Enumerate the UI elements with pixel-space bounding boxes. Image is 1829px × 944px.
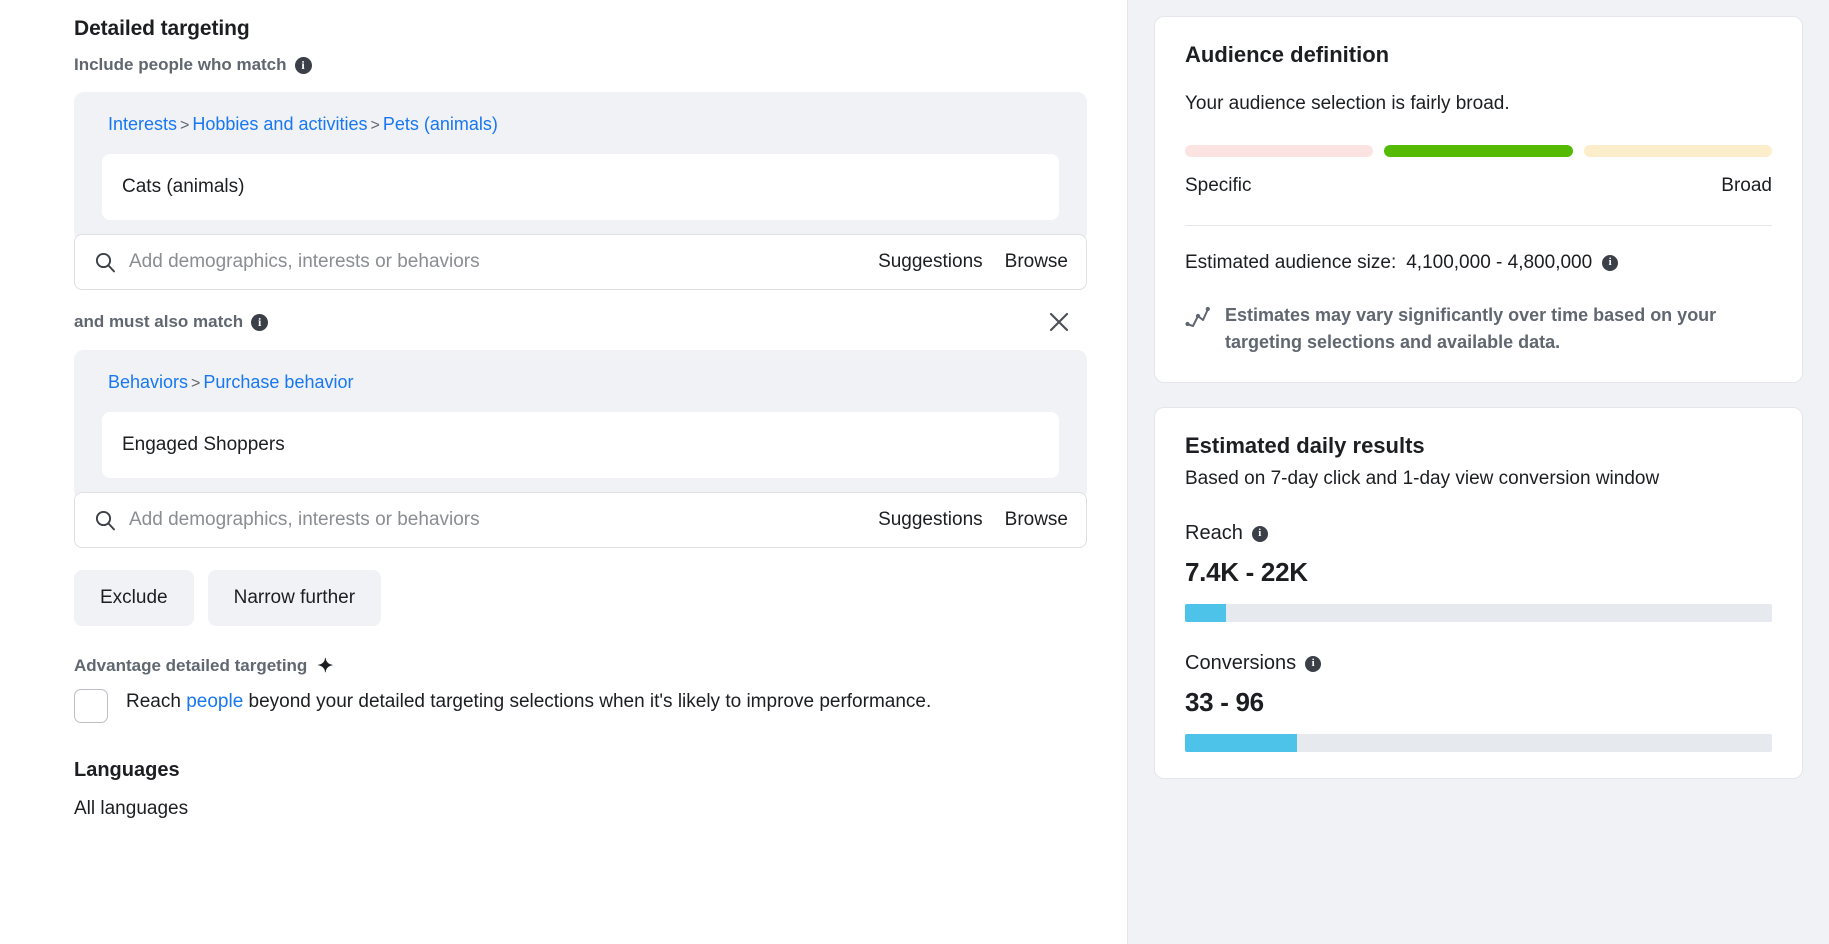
estimated-audience-size-label: Estimated audience size:: [1185, 252, 1397, 273]
breadcrumb-separator: >: [191, 375, 201, 392]
advantage-detailed-targeting-row: Reach people beyond your detailed target…: [74, 686, 1087, 723]
estimates-disclaimer: Estimates may vary significantly over ti…: [1185, 302, 1772, 356]
and-must-also-match-text: and must also match: [74, 312, 244, 331]
divider: [1185, 225, 1772, 226]
sparkle-icon: ✦: [317, 655, 334, 677]
search-icon: [93, 250, 117, 274]
breadcrumb-item-behaviors[interactable]: Behaviors: [108, 372, 188, 392]
metric-label-conversions: Conversions i: [1185, 652, 1772, 675]
close-icon[interactable]: [1045, 308, 1073, 336]
gauge-labels: Specific Broad: [1185, 175, 1772, 197]
and-must-also-match-row: and must also match i: [74, 308, 1087, 336]
selected-behavior-chip[interactable]: Engaged Shoppers: [102, 412, 1059, 478]
targeting-form-panel: Detailed targeting Include people who ma…: [0, 0, 1128, 944]
info-icon[interactable]: i: [1602, 255, 1619, 271]
metric-bar-conversions-fill: [1185, 734, 1297, 752]
search-row-interests[interactable]: Add demographics, interests or behaviors…: [74, 234, 1087, 290]
browse-button[interactable]: Browse: [1005, 509, 1068, 531]
breadcrumb-separator: >: [180, 117, 190, 134]
advantage-text-before: Reach: [126, 691, 187, 712]
gauge-segment-specific: [1185, 145, 1374, 157]
include-people-text: Include people who match: [74, 55, 287, 74]
info-icon[interactable]: i: [1251, 525, 1268, 542]
audience-breadth-gauge: [1185, 145, 1772, 157]
breadcrumb-separator: >: [370, 117, 380, 134]
search-icon: [93, 508, 117, 532]
targeting-actions: Exclude Narrow further: [74, 570, 1087, 626]
languages-value[interactable]: All languages: [74, 798, 1087, 820]
advantage-detailed-targeting-heading: Advantage detailed targeting ✦: [74, 656, 1087, 676]
metric-bar-reach: [1185, 604, 1772, 622]
include-people-label: Include people who match i: [74, 54, 1087, 76]
page-title: Detailed targeting: [74, 17, 250, 40]
audience-definition-card: Audience definition Your audience select…: [1154, 16, 1803, 383]
breadcrumb-item-hobbies[interactable]: Hobbies and activities: [192, 114, 367, 134]
targeting-group-interests: Interests > Hobbies and activities > Pets (a…: [74, 92, 1087, 242]
metric-value-conversions: 33 - 96: [1185, 687, 1264, 717]
info-icon[interactable]: i: [294, 56, 312, 74]
trend-line-icon: [1185, 305, 1211, 331]
selected-interest-label: Cats (animals): [122, 176, 245, 197]
breadcrumb-item-purchase-behavior[interactable]: Purchase behavior: [203, 372, 353, 392]
audience-definition-description: Your audience selection is fairly broad.: [1185, 93, 1510, 114]
gauge-segment-broad: [1583, 145, 1772, 157]
estimated-audience-size: Estimated audience size: 4,100,000 - 4,8…: [1185, 250, 1772, 276]
metric-label-reach-text: Reach: [1185, 522, 1243, 544]
browse-button[interactable]: Browse: [1005, 251, 1068, 273]
people-link[interactable]: people: [186, 691, 243, 712]
gauge-label-specific: Specific: [1185, 175, 1252, 196]
breadcrumb: Behaviors > Purchase behavior: [108, 370, 1071, 396]
targeting-group-behaviors: Behaviors > Purchase behavior Engaged Shop…: [74, 350, 1087, 500]
metric-bar-conversions: [1185, 734, 1772, 752]
breadcrumb-item-interests[interactable]: Interests: [108, 114, 177, 134]
search-input-interests[interactable]: Add demographics, interests or behaviors: [129, 250, 878, 274]
advantage-heading-text: Advantage detailed targeting: [74, 656, 308, 675]
metric-label-reach: Reach i: [1185, 522, 1772, 545]
search-input-behaviors[interactable]: Add demographics, interests or behaviors: [129, 508, 878, 532]
estimates-disclaimer-text: Estimates may vary significantly over ti…: [1225, 305, 1717, 352]
selected-interest-chip[interactable]: Cats (animals): [102, 154, 1059, 220]
breadcrumb: Interests > Hobbies and activities > Pets (a…: [108, 112, 1071, 138]
suggestions-button[interactable]: Suggestions: [878, 509, 983, 531]
search-row-behaviors[interactable]: Add demographics, interests or behaviors…: [74, 492, 1087, 548]
advantage-description: Reach people beyond your detailed target…: [126, 686, 931, 717]
info-icon[interactable]: i: [1305, 655, 1322, 672]
audience-definition-title: Audience definition: [1185, 42, 1390, 67]
estimated-audience-size-value: 4,100,000 - 4,800,000: [1406, 252, 1593, 273]
metric-bar-reach-fill: [1185, 604, 1227, 622]
narrow-further-button[interactable]: Narrow further: [207, 570, 382, 626]
metric-label-conversions-text: Conversions: [1185, 652, 1297, 674]
breadcrumb-item-pets[interactable]: Pets (animals): [383, 114, 498, 134]
advantage-text-after: beyond your detailed targeting selection…: [243, 691, 932, 712]
info-icon[interactable]: i: [251, 313, 269, 331]
estimates-sidebar: Audience definition Your audience select…: [1128, 0, 1829, 944]
and-must-also-match-label: and must also match i: [74, 311, 269, 333]
gauge-segment-middle: [1384, 145, 1573, 157]
gauge-label-broad: Broad: [1721, 175, 1772, 196]
languages-title: Languages: [74, 759, 180, 781]
selected-behavior-label: Engaged Shoppers: [122, 434, 285, 455]
advantage-checkbox[interactable]: [74, 689, 108, 723]
estimated-daily-results-title: Estimated daily results: [1185, 433, 1425, 458]
estimated-daily-results-card: Estimated daily results Based on 7-day c…: [1154, 407, 1803, 779]
exclude-button[interactable]: Exclude: [74, 570, 194, 626]
estimated-daily-results-subtitle: Based on 7-day click and 1-day view conv…: [1185, 468, 1660, 489]
suggestions-button[interactable]: Suggestions: [878, 251, 983, 273]
metric-value-reach: 7.4K - 22K: [1185, 557, 1308, 587]
detailed-targeting-screen: Detailed targeting Include people who ma…: [0, 0, 1829, 944]
